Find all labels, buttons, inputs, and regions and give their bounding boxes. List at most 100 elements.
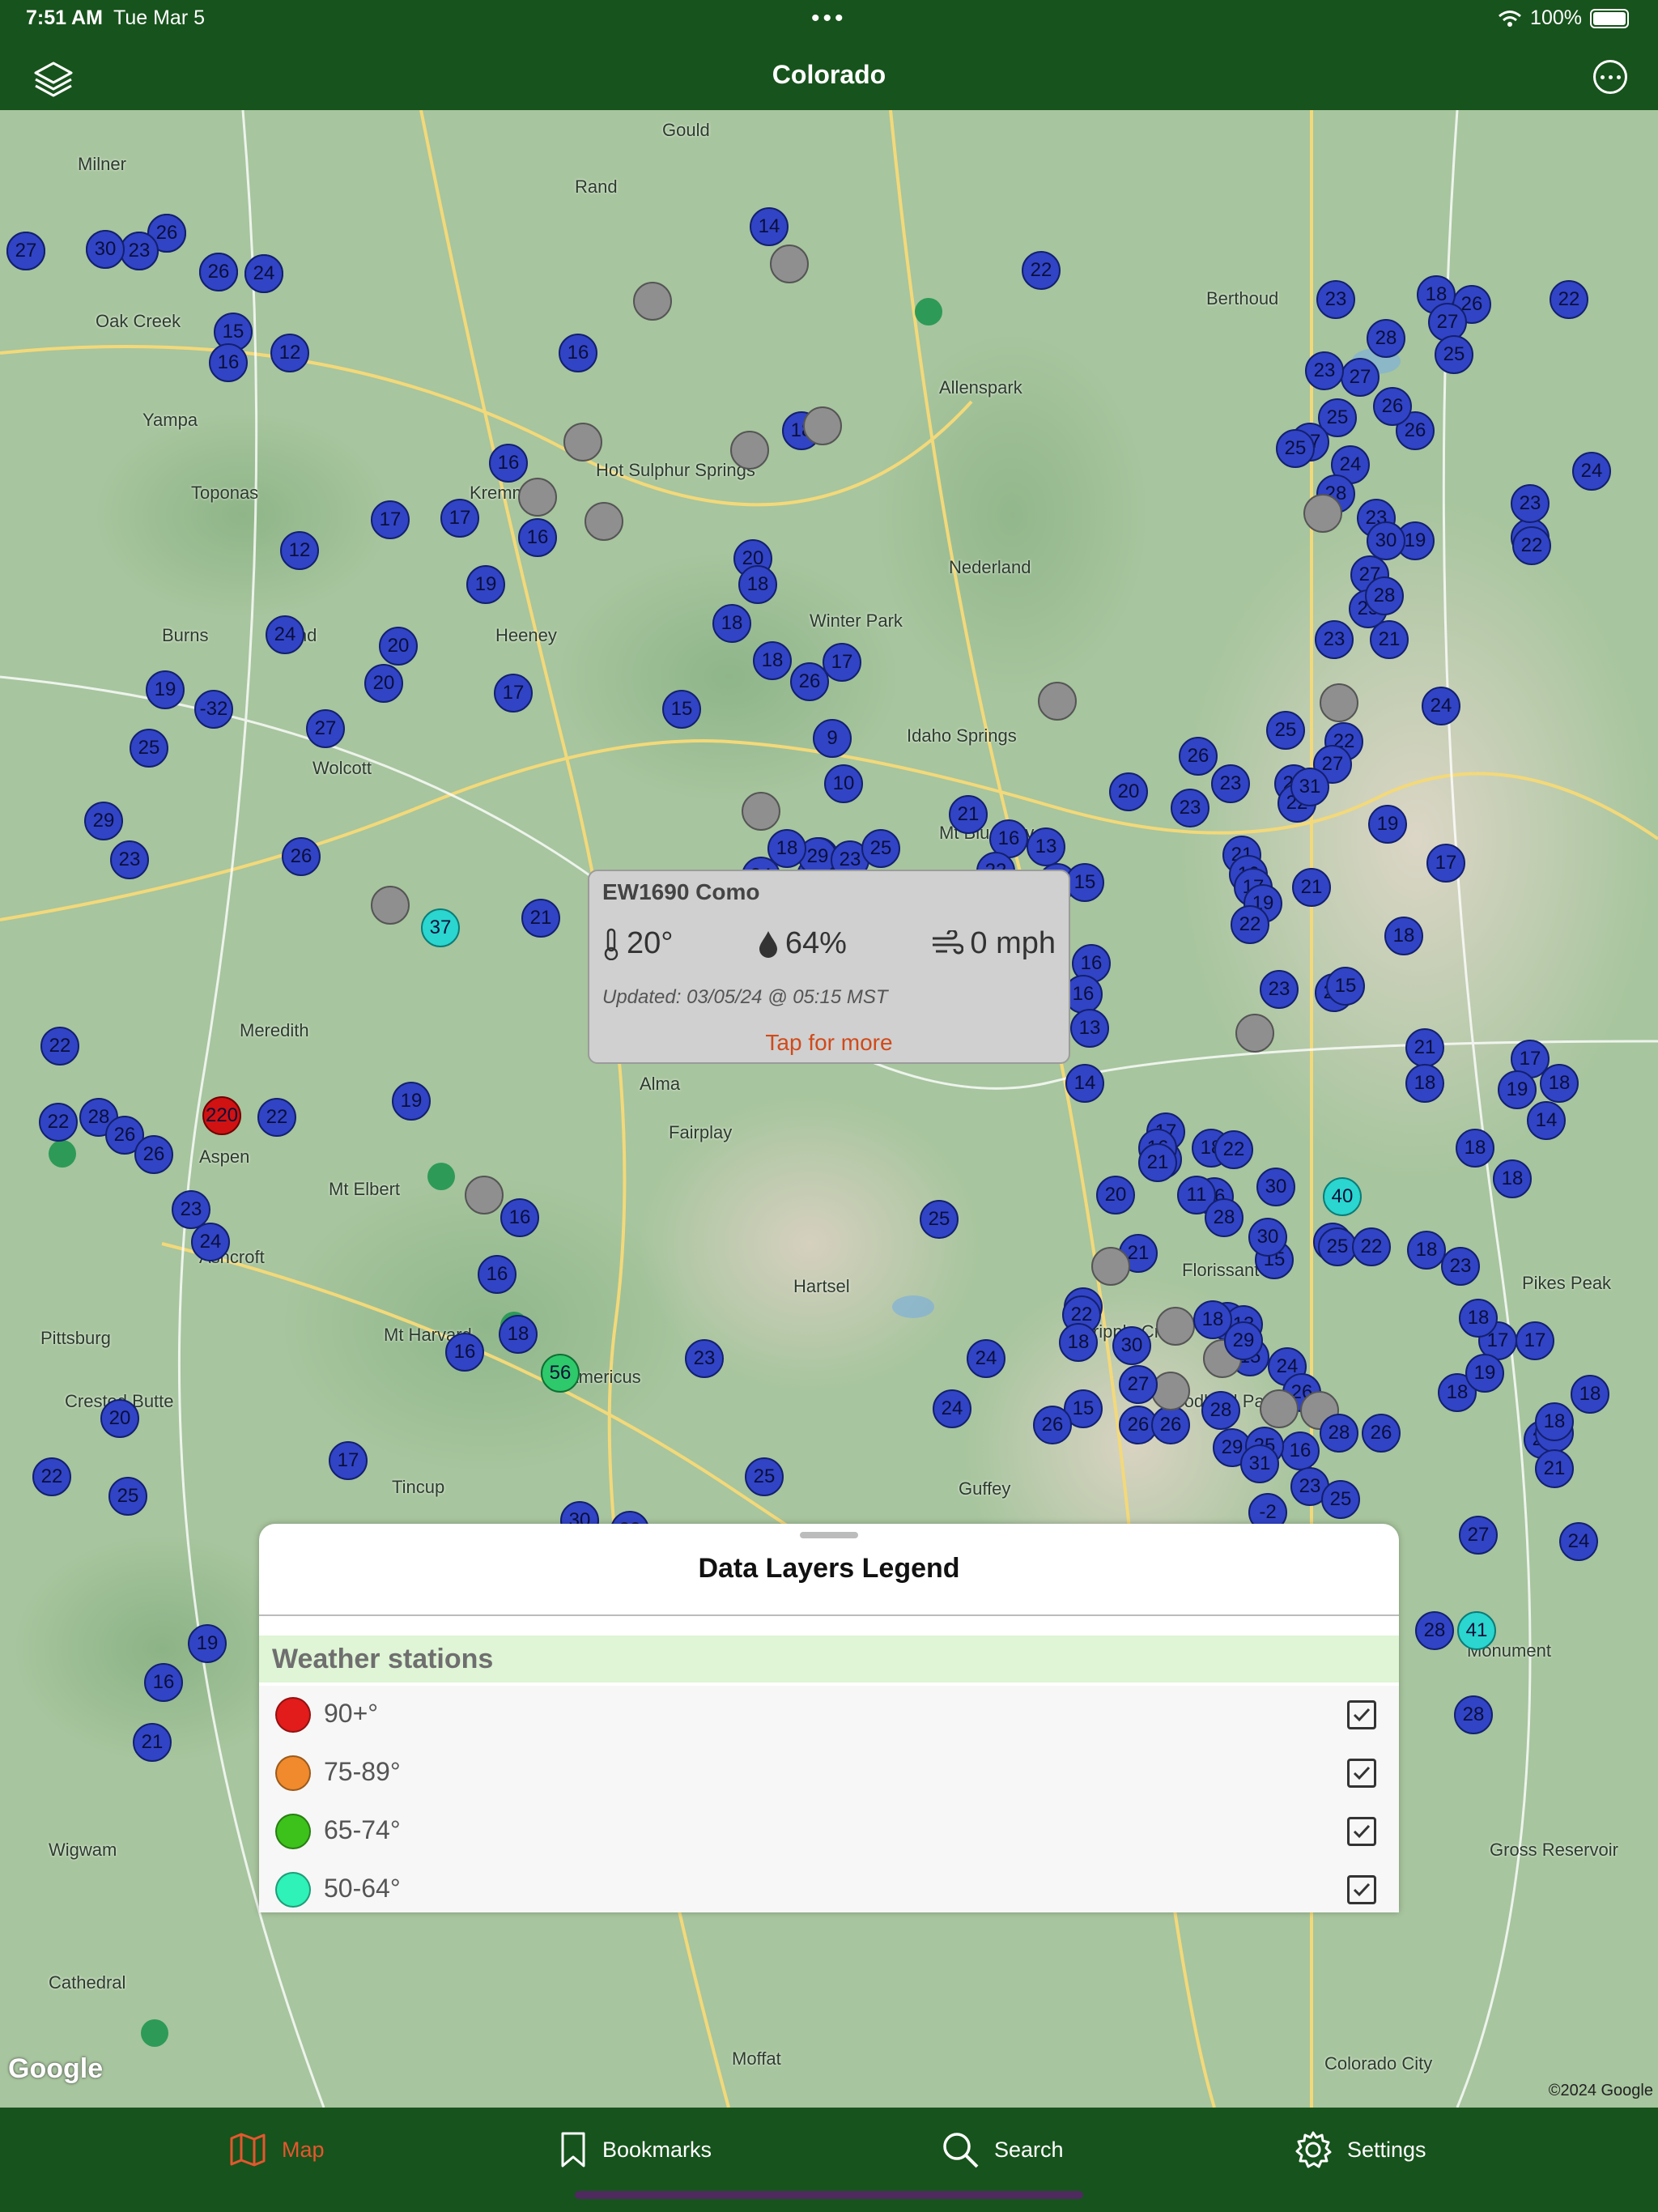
station-marker[interactable]: 27 [1341,358,1380,397]
station-marker[interactable]: 27 [1119,1365,1158,1404]
station-marker-offline[interactable] [1156,1307,1195,1346]
station-marker-offline[interactable] [1151,1372,1190,1410]
station-marker[interactable]: 30 [1367,521,1405,560]
station-marker[interactable]: 13 [1070,1009,1109,1048]
station-marker[interactable]: 18 [1405,1064,1444,1103]
station-marker-offline[interactable] [1091,1247,1130,1286]
station-marker[interactable]: 23 [1260,970,1299,1009]
station-marker[interactable]: 19 [188,1624,227,1663]
station-marker[interactable]: 23 [110,840,149,879]
station-marker[interactable]: 12 [270,334,309,372]
station-marker-offline[interactable] [1303,494,1342,533]
station-marker-offline[interactable] [563,423,602,462]
tab-settings[interactable]: Settings [1294,2130,1426,2169]
station-marker-offline[interactable] [730,431,769,470]
station-marker[interactable]: 30 [1256,1168,1295,1206]
station-marker[interactable]: 18 [1407,1231,1446,1270]
station-marker[interactable]: 18 [1059,1323,1098,1362]
data-layers-legend[interactable]: Data Layers Legend Weather stations 90+°… [259,1524,1399,1912]
station-marker[interactable]: 24 [933,1389,971,1428]
station-marker[interactable]: 18 [753,641,792,680]
station-marker[interactable]: 22 [1352,1227,1391,1266]
station-marker[interactable]: 25 [1266,711,1305,750]
station-marker[interactable]: 25 [130,729,168,768]
station-marker[interactable]: 25 [1435,335,1473,374]
station-marker[interactable]: 40 [1323,1177,1362,1216]
station-marker[interactable]: 23 [1316,280,1355,319]
station-marker[interactable]: 26 [1362,1414,1401,1453]
station-marker[interactable]: 22 [39,1103,78,1142]
station-marker[interactable]: 18 [1493,1159,1532,1198]
station-marker[interactable]: 19 [1498,1070,1537,1109]
station-marker[interactable]: 19 [1465,1354,1504,1393]
station-marker[interactable]: 17 [440,499,479,538]
station-marker[interactable]: 16 [559,334,597,372]
checkbox[interactable] [1347,1759,1376,1788]
station-marker[interactable]: 25 [1318,1227,1357,1266]
station-marker[interactable]: 19 [146,670,185,709]
station-marker[interactable]: 22 [1231,905,1269,944]
station-marker[interactable]: 21 [1138,1143,1177,1182]
station-marker[interactable]: 26 [199,253,238,291]
station-marker[interactable]: 16 [144,1663,183,1702]
station-marker[interactable]: 9 [813,719,852,758]
station-marker[interactable]: 22 [1022,251,1061,290]
station-marker[interactable]: 25 [1276,429,1315,468]
station-marker[interactable]: 24 [1559,1522,1598,1561]
checkbox[interactable] [1347,1817,1376,1846]
station-marker[interactable]: 20 [1109,772,1148,811]
station-marker[interactable]: 28 [1201,1391,1240,1430]
station-marker[interactable]: 26 [790,662,829,701]
station-marker[interactable]: 14 [1527,1101,1566,1140]
station-marker[interactable]: -32 [194,690,233,729]
station-marker[interactable]: 22 [257,1098,296,1137]
station-marker[interactable]: 23 [1305,351,1344,390]
station-marker-offline[interactable] [518,478,557,517]
station-marker[interactable]: 21 [949,795,988,834]
station-marker[interactable]: 22 [1512,526,1551,565]
station-marker[interactable]: 18 [1459,1299,1498,1338]
station-marker[interactable]: 23 [1211,764,1250,803]
station-marker[interactable]: 21 [1370,620,1409,659]
station-marker-offline[interactable] [371,886,410,925]
station-marker[interactable]: 23 [1441,1247,1480,1286]
station-marker[interactable]: 56 [541,1354,580,1393]
station-marker[interactable]: 24 [1422,687,1460,725]
station-marker-offline[interactable] [803,406,842,445]
station-marker[interactable]: 41 [1457,1611,1496,1650]
station-marker[interactable]: 19 [1368,805,1407,844]
station-marker[interactable]: 28 [1365,576,1404,615]
checkbox[interactable] [1347,1875,1376,1904]
station-marker[interactable]: 28 [1415,1611,1454,1650]
station-marker[interactable]: 19 [466,565,505,604]
legend-row[interactable]: 90+° [259,1686,1399,1744]
station-marker[interactable]: 22 [40,1027,79,1066]
station-marker[interactable]: 30 [1112,1326,1151,1365]
station-marker[interactable]: 23 [685,1339,724,1378]
station-marker[interactable]: 24 [967,1339,1005,1378]
station-marker[interactable]: 23 [1511,484,1550,523]
station-marker[interactable]: 25 [1321,1480,1360,1519]
station-marker[interactable]: 16 [445,1333,484,1372]
sheet-handle[interactable] [800,1532,858,1538]
legend-row[interactable]: 50-64° [259,1861,1399,1912]
station-marker[interactable]: 16 [489,444,528,483]
station-marker[interactable]: 26 [1033,1406,1072,1444]
station-marker[interactable]: 21 [1535,1449,1574,1488]
station-marker-offline[interactable] [742,792,780,831]
station-marker[interactable]: 13 [1027,827,1065,866]
station-marker[interactable]: 21 [1405,1028,1444,1067]
station-marker[interactable]: 18 [712,604,751,643]
legend-row[interactable]: 75-89° [259,1744,1399,1802]
station-marker[interactable]: 20 [364,664,403,703]
tap-for-more-link[interactable]: Tap for more [589,1030,1069,1056]
station-marker-offline[interactable] [585,502,623,541]
station-marker[interactable]: 21 [1292,868,1331,907]
station-marker[interactable]: 25 [745,1457,784,1496]
station-marker[interactable]: 19 [392,1082,431,1121]
station-marker[interactable]: 20 [1096,1176,1135,1214]
station-marker[interactable]: 18 [767,829,806,868]
station-marker[interactable]: 21 [521,899,560,938]
station-marker-offline[interactable] [633,282,672,321]
station-marker[interactable]: 220 [202,1096,241,1135]
